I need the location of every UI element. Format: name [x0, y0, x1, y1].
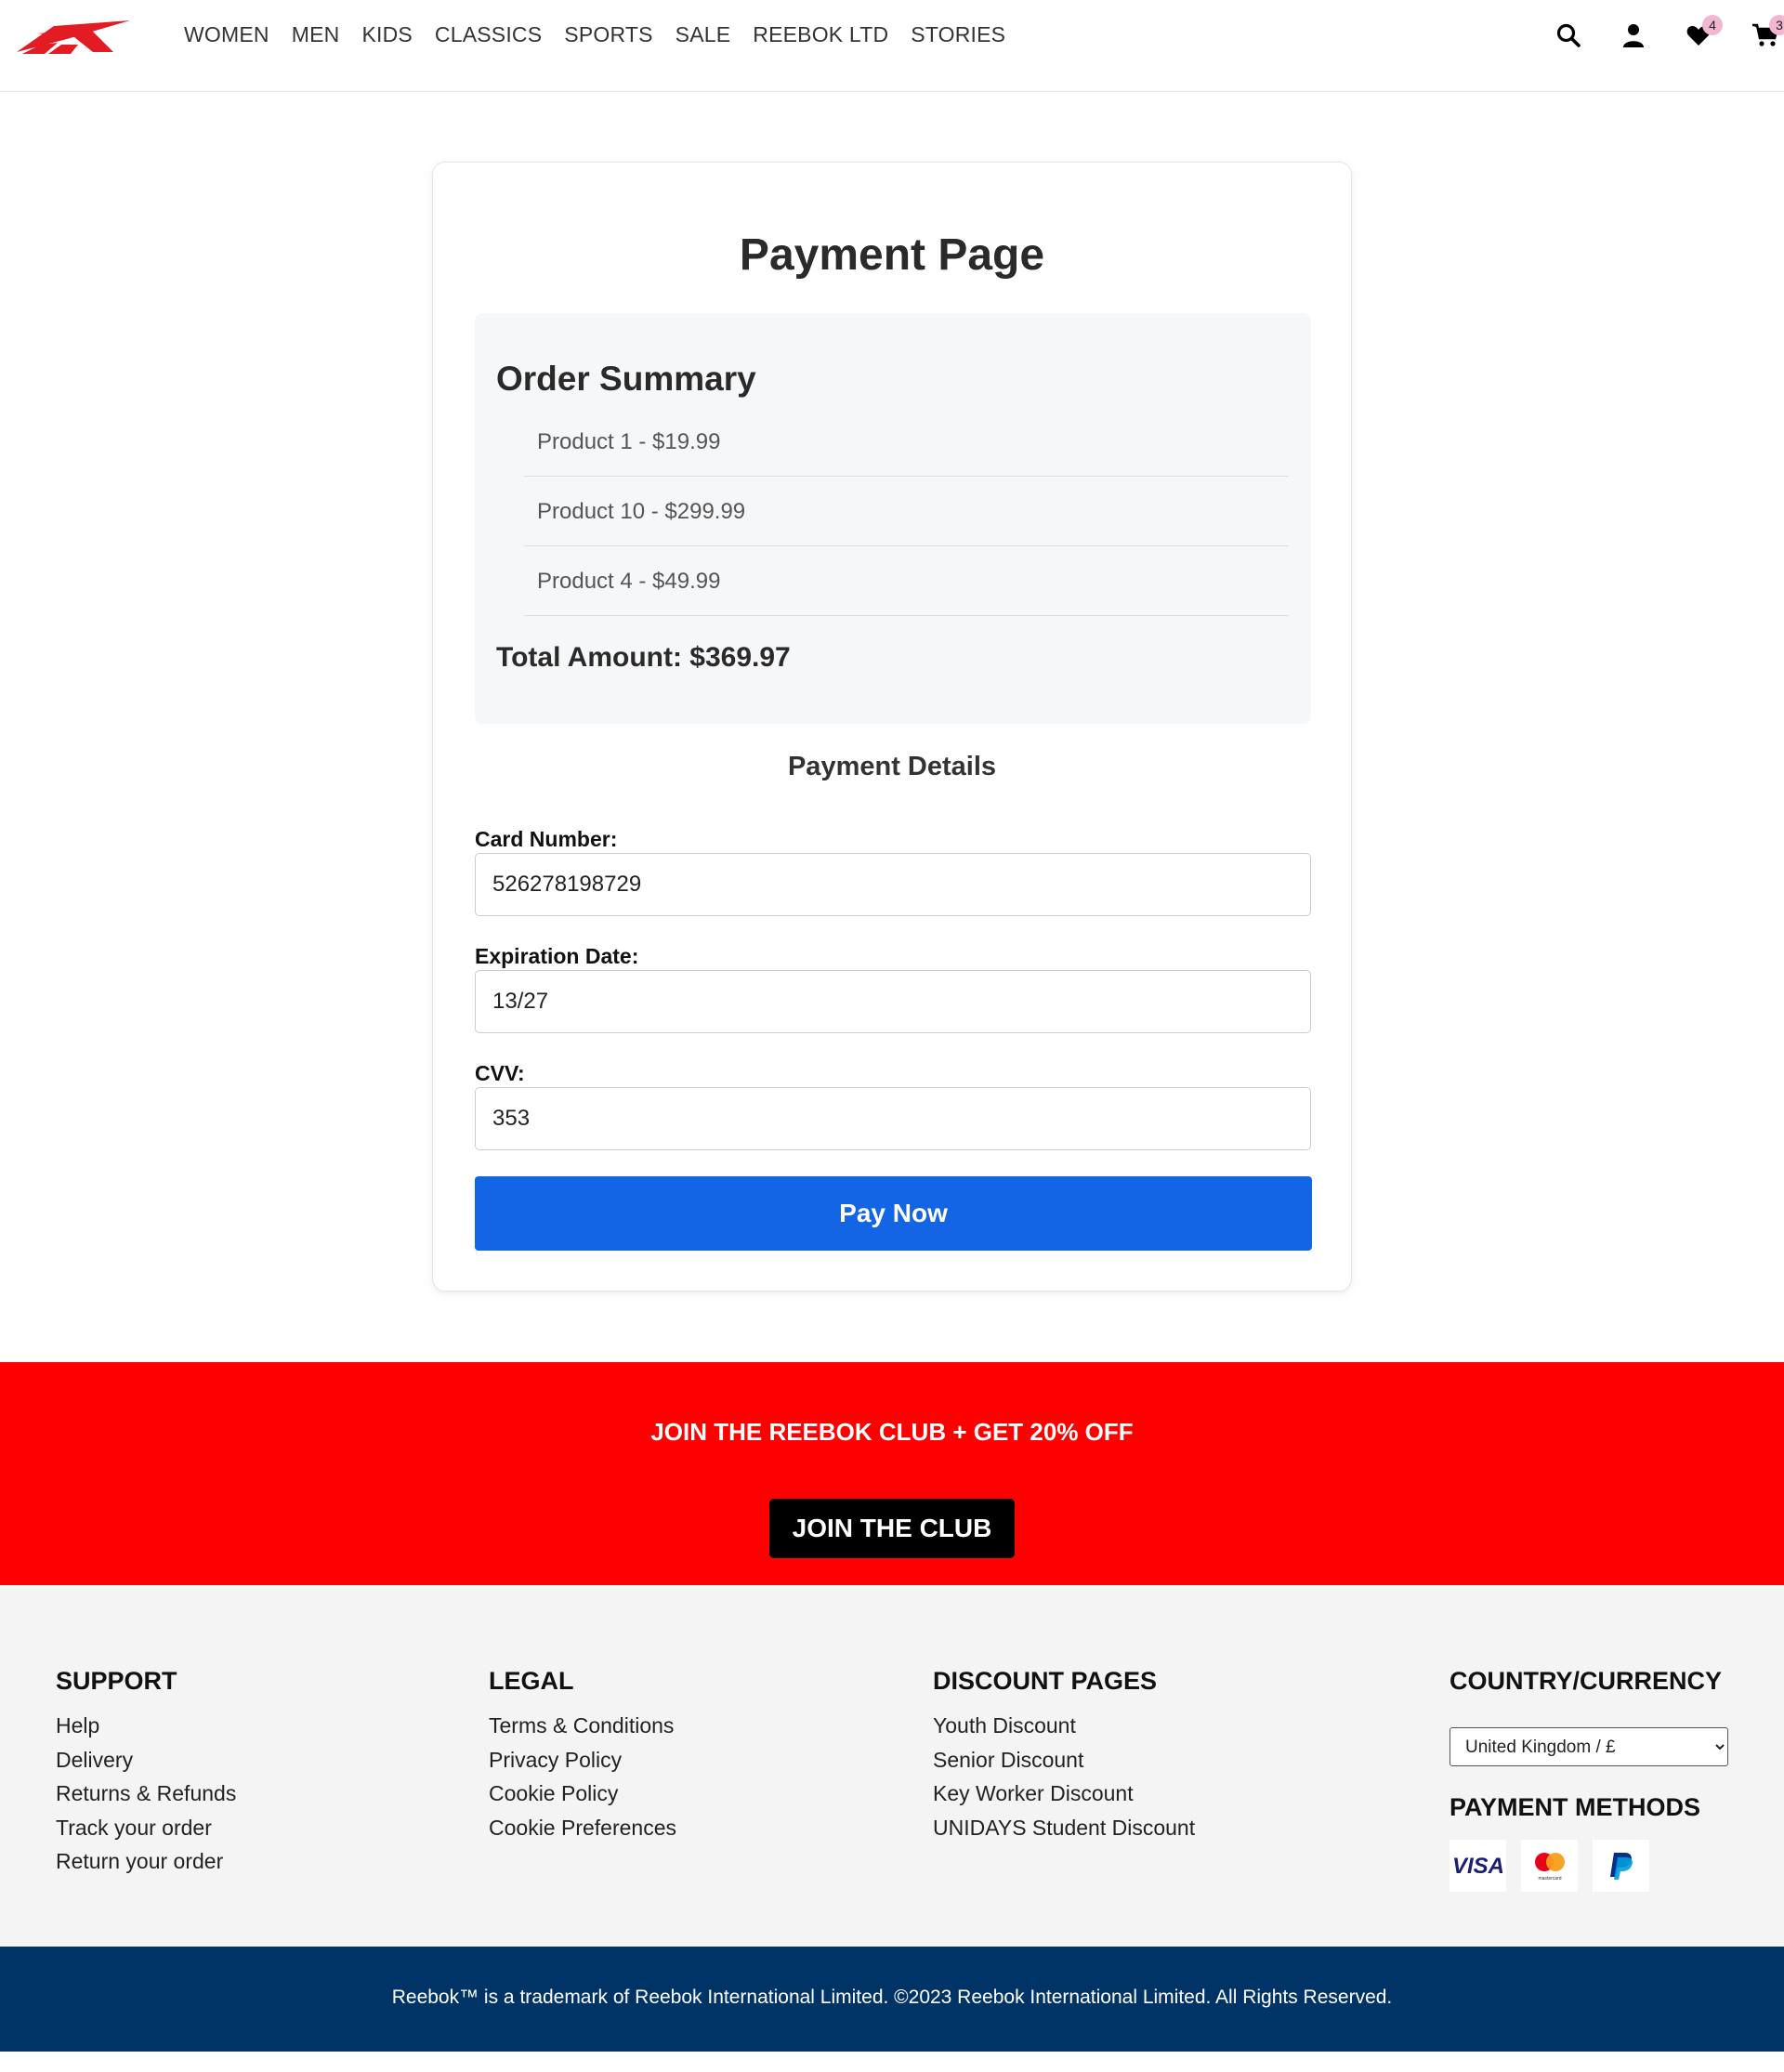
product-line: Product 1 - $19.99 — [537, 429, 721, 454]
footer-link-return-order[interactable]: Return your order — [56, 1844, 236, 1879]
expiration-date-input[interactable] — [475, 970, 1311, 1033]
site-footer: SUPPORT Help Delivery Returns & Refunds … — [0, 1585, 1784, 1947]
reebok-logo[interactable] — [17, 20, 130, 54]
footer-country: COUNTRY/CURRENCY United Kingdom / £ PAYM… — [1450, 1667, 1747, 1908]
copyright-text: Reebok™ is a trademark of Reebok Interna… — [391, 1987, 1393, 2008]
visa-icon: VISA — [1450, 1840, 1506, 1892]
footer-link-help[interactable]: Help — [56, 1709, 236, 1743]
footer-legal: LEGAL Terms & Conditions Privacy Policy … — [489, 1667, 676, 1844]
footer-link-returns[interactable]: Returns & Refunds — [56, 1777, 236, 1811]
footer-link-privacy[interactable]: Privacy Policy — [489, 1743, 676, 1777]
mastercard-icon: mastercard — [1521, 1840, 1578, 1892]
wishlist-badge: 4 — [1702, 15, 1723, 35]
cart-badge: 3 — [1769, 15, 1784, 35]
footer-support-title: SUPPORT — [56, 1667, 177, 1695]
country-currency-select[interactable]: United Kingdom / £ — [1450, 1727, 1728, 1766]
nav-kids[interactable]: KIDS — [361, 20, 412, 48]
footer-country-title: COUNTRY/CURRENCY — [1450, 1667, 1723, 1695]
footer-support: SUPPORT Help Delivery Returns & Refunds … — [56, 1667, 236, 1879]
cvv-input[interactable] — [475, 1087, 1311, 1150]
nav-men[interactable]: MEN — [292, 20, 340, 48]
nav-women[interactable]: WOMEN — [184, 20, 269, 48]
svg-text:VISA: VISA — [1451, 1854, 1503, 1879]
payment-methods: VISA mastercard — [1450, 1840, 1649, 1892]
club-banner: JOIN THE REEBOK CLUB + GET 20% OFF JOIN … — [0, 1362, 1784, 1585]
expiration-date-label: Expiration Date: — [475, 944, 639, 968]
product-line: Product 4 - $49.99 — [537, 569, 721, 594]
payment-details-title: Payment Details — [787, 752, 997, 781]
footer-link-terms[interactable]: Terms & Conditions — [489, 1709, 676, 1743]
footer-link-youth-discount[interactable]: Youth Discount — [933, 1709, 1195, 1743]
footer-link-delivery[interactable]: Delivery — [56, 1743, 236, 1777]
svg-text:mastercard: mastercard — [1538, 1876, 1561, 1882]
payment-methods-title: PAYMENT METHODS — [1450, 1793, 1701, 1821]
card-number-label: Card Number: — [475, 827, 618, 851]
nav-sports[interactable]: SPORTS — [564, 20, 652, 48]
footer-link-unidays-discount[interactable]: UNIDAYS Student Discount — [933, 1811, 1195, 1845]
main-nav: WOMEN MEN KIDS CLASSICS SPORTS SALE REEB… — [184, 20, 1028, 48]
cart-icon[interactable]: 3 — [1747, 15, 1784, 54]
payment-card: Payment Page Order Summary Product 1 - $… — [432, 162, 1352, 1292]
footer-link-key-worker-discount[interactable]: Key Worker Discount — [933, 1777, 1195, 1811]
site-header: WOMEN MEN KIDS CLASSICS SPORTS SALE REEB… — [0, 0, 1784, 92]
total-amount: Total Amount: $369.97 — [496, 642, 791, 673]
cvv-label: CVV: — [475, 1061, 525, 1085]
footer-link-cookie-preferences[interactable]: Cookie Preferences — [489, 1811, 676, 1845]
footer-discounts: DISCOUNT PAGES Youth Discount Senior Dis… — [933, 1667, 1195, 1844]
footer-link-track-order[interactable]: Track your order — [56, 1811, 236, 1845]
footer-legal-title: LEGAL — [489, 1667, 574, 1695]
list-item: Product 4 - $49.99 — [524, 546, 1289, 616]
order-summary-title: Order Summary — [496, 360, 756, 398]
nav-sale[interactable]: SALE — [676, 20, 731, 48]
page-title: Payment Page — [739, 230, 1045, 280]
nav-classics[interactable]: CLASSICS — [435, 20, 542, 48]
user-icon[interactable] — [1615, 17, 1652, 54]
nav-stories[interactable]: STORIES — [911, 20, 1005, 48]
header-icons: 4 3 — [1505, 15, 1784, 54]
card-number-input[interactable] — [475, 853, 1311, 916]
nav-reebok-ltd[interactable]: REEBOK LTD — [753, 20, 888, 48]
list-item: Product 1 - $19.99 — [524, 407, 1289, 477]
product-line: Product 10 - $299.99 — [537, 499, 746, 524]
club-promo-text: JOIN THE REEBOK CLUB + GET 20% OFF — [650, 1418, 1134, 1446]
list-item: Product 10 - $299.99 — [524, 477, 1289, 546]
search-icon[interactable] — [1550, 17, 1587, 54]
footer-link-cookie-policy[interactable]: Cookie Policy — [489, 1777, 676, 1811]
order-summary: Order Summary Product 1 - $19.99 Product… — [475, 313, 1311, 724]
footer-discounts-title: DISCOUNT PAGES — [933, 1667, 1158, 1695]
footer-link-senior-discount[interactable]: Senior Discount — [933, 1743, 1195, 1777]
wishlist-heart-icon[interactable]: 4 — [1680, 15, 1723, 54]
paypal-icon — [1593, 1840, 1649, 1892]
join-club-button[interactable]: JOIN THE CLUB — [769, 1499, 1015, 1558]
pay-now-button[interactable]: Pay Now — [475, 1176, 1312, 1251]
copyright-bar: Reebok™ is a trademark of Reebok Interna… — [0, 1947, 1784, 2052]
